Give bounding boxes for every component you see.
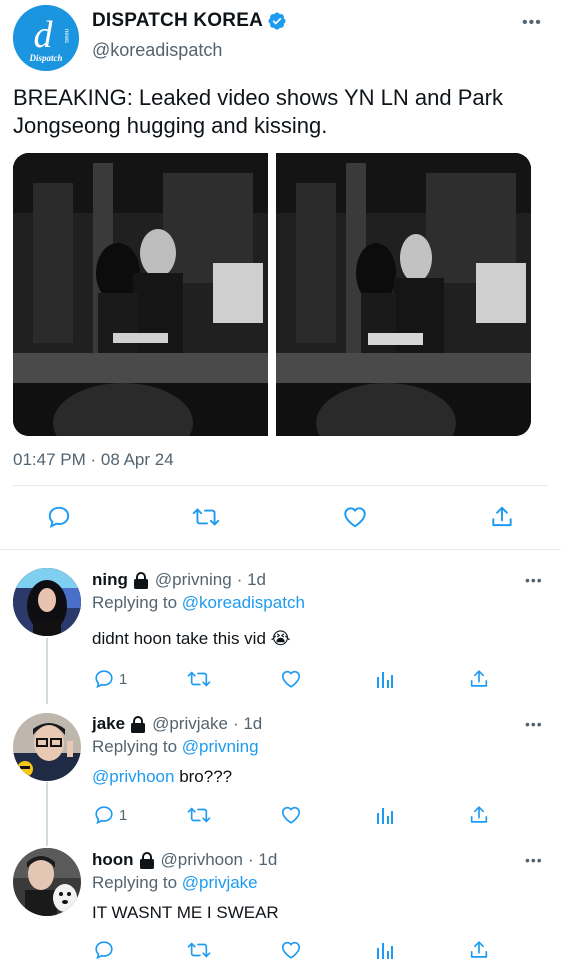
author-name-row: DISPATCH KOREA bbox=[92, 10, 287, 32]
lock-icon bbox=[133, 571, 149, 589]
reply-header: hoon @privhoon · 1d bbox=[92, 850, 277, 870]
share-icon[interactable] bbox=[468, 667, 490, 691]
reply-actions: 1 bbox=[0, 803, 561, 827]
verified-badge-icon bbox=[267, 11, 287, 31]
reply-author-handle[interactable]: @privhoon bbox=[161, 850, 243, 870]
reply-icon[interactable] bbox=[44, 500, 74, 534]
divider bbox=[13, 485, 548, 486]
reply-text: didnt hoon take this vid 😭 bbox=[92, 629, 291, 649]
reply-icon[interactable] bbox=[93, 938, 115, 960]
like-icon[interactable] bbox=[280, 938, 302, 960]
avatar-side-text: news bbox=[63, 29, 69, 43]
avatar-letter: d bbox=[34, 14, 54, 56]
reply-icon[interactable]: 1 bbox=[93, 803, 127, 827]
reply-author-handle[interactable]: @privjake bbox=[152, 714, 228, 734]
reply-text-body: bro??? bbox=[174, 767, 233, 786]
divider bbox=[0, 549, 561, 550]
replying-to-mention[interactable]: @privjake bbox=[182, 873, 258, 892]
analytics-icon[interactable] bbox=[375, 938, 395, 960]
more-icon[interactable]: ••• bbox=[525, 716, 543, 732]
lock-icon bbox=[130, 715, 146, 733]
media-image-left[interactable] bbox=[13, 153, 268, 436]
tweet-text: BREAKING: Leaked video shows YN LN and P… bbox=[13, 85, 503, 138]
dispatch-avatar[interactable]: d news Dispatch bbox=[13, 5, 79, 71]
like-icon[interactable] bbox=[280, 667, 302, 691]
reply-count: 1 bbox=[119, 670, 128, 688]
avatar[interactable] bbox=[13, 568, 81, 636]
more-icon[interactable]: ••• bbox=[525, 852, 543, 868]
reply-text-body: didnt hoon take this vid bbox=[92, 629, 266, 648]
reply-header: ning @privning · 1d bbox=[92, 570, 266, 590]
reply-text: IT WASNT ME I SWEAR bbox=[92, 903, 279, 922]
retweet-icon[interactable] bbox=[186, 667, 212, 691]
like-icon[interactable] bbox=[280, 803, 302, 827]
tweet-media[interactable] bbox=[13, 153, 531, 436]
replying-to-label: Replying to bbox=[92, 593, 178, 612]
crying-emoji: 😭 bbox=[270, 629, 291, 648]
more-icon[interactable]: ••• bbox=[522, 14, 542, 32]
reply-time: · 1d bbox=[232, 714, 263, 733]
replying-to: Replying to @privning bbox=[92, 737, 259, 757]
reply-actions: 1 bbox=[0, 667, 561, 691]
reply-author-name[interactable]: hoon bbox=[92, 850, 134, 870]
reply-text: @privhoon bro??? bbox=[92, 767, 232, 787]
text-mention[interactable]: @privhoon bbox=[92, 767, 174, 786]
replying-to-label: Replying to bbox=[92, 737, 178, 756]
reply-count: 1 bbox=[119, 806, 128, 824]
avatar[interactable] bbox=[13, 848, 81, 916]
author-handle[interactable]: @koreadispatch bbox=[92, 40, 222, 61]
reply-author-name[interactable]: ning bbox=[92, 570, 128, 590]
replying-to: Replying to @koreadispatch bbox=[92, 593, 305, 613]
share-icon[interactable] bbox=[487, 500, 517, 534]
tweet-timestamp[interactable]: 01:47 PM · 08 Apr 24 bbox=[13, 450, 174, 470]
share-icon[interactable] bbox=[468, 938, 490, 960]
share-icon[interactable] bbox=[468, 803, 490, 827]
reply-author-handle[interactable]: @privning bbox=[155, 570, 232, 590]
retweet-icon[interactable] bbox=[191, 500, 221, 534]
replying-to-label: Replying to bbox=[92, 873, 178, 892]
reply-author-name[interactable]: jake bbox=[92, 714, 125, 734]
retweet-icon[interactable] bbox=[186, 803, 212, 827]
reply-time: · 1d bbox=[248, 850, 278, 869]
replying-to-mention[interactable]: @koreadispatch bbox=[182, 593, 305, 612]
analytics-icon[interactable] bbox=[375, 803, 395, 827]
reply-icon[interactable]: 1 bbox=[93, 667, 127, 691]
reply-time: · 1d bbox=[236, 570, 266, 589]
replying-to-mention[interactable]: @privning bbox=[182, 737, 259, 756]
analytics-icon[interactable] bbox=[375, 667, 395, 691]
more-icon[interactable]: ••• bbox=[525, 572, 543, 588]
author-display-name[interactable]: DISPATCH KOREA bbox=[92, 10, 263, 32]
lock-icon bbox=[139, 851, 155, 869]
like-icon[interactable] bbox=[340, 500, 370, 534]
media-image-right[interactable] bbox=[276, 153, 531, 436]
tweet-actions bbox=[0, 500, 561, 534]
reply-header: jake @privjake · 1d bbox=[92, 714, 262, 734]
avatar-word: Dispatch bbox=[28, 53, 62, 63]
reply-actions bbox=[0, 938, 561, 960]
avatar[interactable] bbox=[13, 713, 81, 781]
replying-to: Replying to @privjake bbox=[92, 873, 258, 893]
retweet-icon[interactable] bbox=[186, 938, 212, 960]
